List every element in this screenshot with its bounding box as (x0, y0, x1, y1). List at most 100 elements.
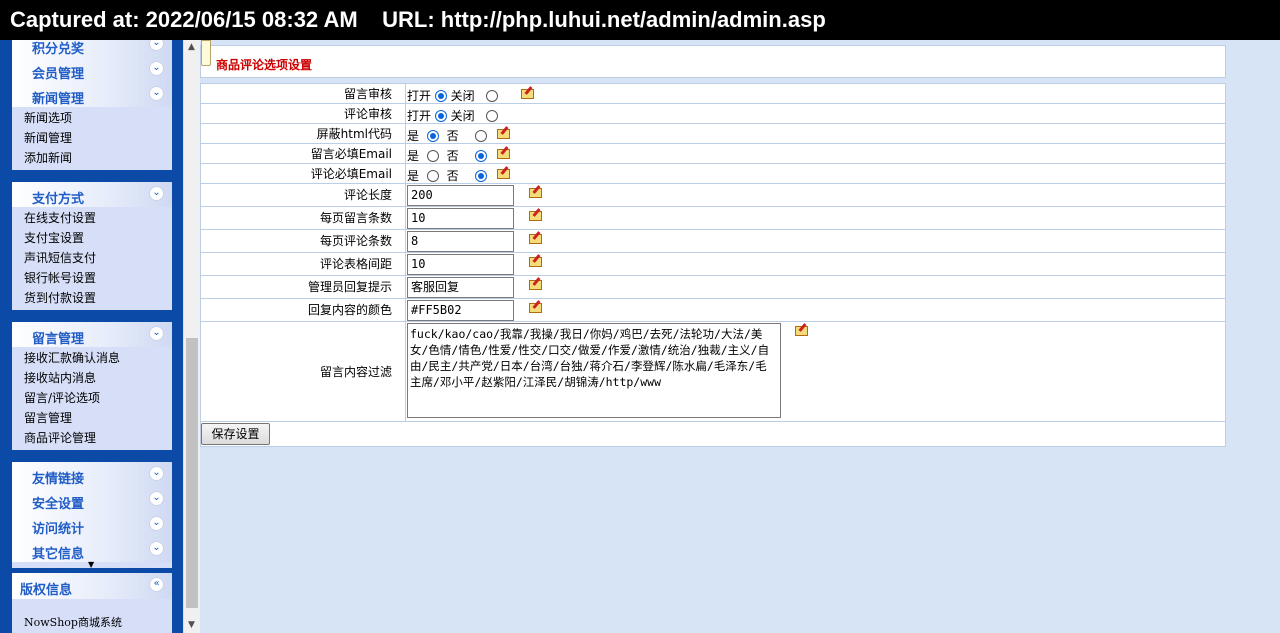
chevron-down-icon[interactable]: ⌄ (149, 491, 164, 506)
sidebar-item-news-add[interactable]: 添加新闻 (12, 148, 172, 168)
sidebar-item-bank-account[interactable]: 银行帐号设置 (12, 268, 172, 288)
nav-head-other-info[interactable]: 其它信息 ⌄ (12, 537, 172, 562)
radio-block-html-no[interactable] (474, 129, 487, 142)
chevron-down-icon[interactable]: ⌄ (149, 516, 164, 531)
row-admin-reply-prompt: 管理员回复提示 客服回复 (201, 276, 1225, 299)
sidebar-item-online-pay[interactable]: 在线支付设置 (12, 208, 172, 228)
label-admin-reply-prompt: 管理员回复提示 (201, 276, 406, 298)
sidebar-item-news-options[interactable]: 新闻选项 (12, 108, 172, 128)
nav-head-news[interactable]: 新闻管理 ⌄ (12, 82, 172, 107)
value-guestbook-review: 打开 关闭 (407, 87, 498, 104)
chevron-down-icon[interactable]: ⌄ (149, 326, 164, 341)
sidebar-item-sms-pay[interactable]: 声讯短信支付 (12, 248, 172, 268)
sidebar-item-alipay[interactable]: 支付宝设置 (12, 228, 172, 248)
content-filter-textarea[interactable]: fuck/kao/cao/我靠/我操/我日/你妈/鸡巴/去死/法轮功/大法/美女… (407, 323, 781, 418)
caret-down-icon: ▼ (88, 560, 95, 569)
value-block-html: 是 否 (407, 127, 487, 144)
nav-group-payment: 支付方式 ⌄ 在线支付设置 支付宝设置 声讯短信支付 银行帐号设置 货到付款设置 (12, 182, 172, 310)
edit-icon[interactable] (497, 126, 511, 139)
chevron-down-icon[interactable]: ⌄ (149, 466, 164, 481)
sidebar-item-site-messages[interactable]: 接收站内消息 (12, 368, 172, 388)
nav-head-payment[interactable]: 支付方式 ⌄ (12, 182, 172, 207)
sidebar-item-product-reviews[interactable]: 商品评论管理 (12, 428, 172, 448)
chevron-down-icon[interactable]: ⌄ (149, 40, 164, 51)
comments-per-page-input[interactable]: 8 (407, 231, 514, 252)
nav-head-messages[interactable]: 留言管理 ⌄ (12, 322, 172, 347)
value-guestbook-email: 是 否 (407, 147, 487, 164)
row-comment-spacing: 评论表格间距 10 (201, 253, 1225, 276)
edit-icon[interactable] (521, 86, 535, 99)
scroll-down-icon[interactable]: ▼ (188, 620, 195, 630)
edit-icon[interactable] (795, 323, 809, 336)
chevron-up-icon[interactable]: « (149, 577, 164, 592)
nav-items-copyright: NowShop商城系统 (12, 599, 172, 633)
chevron-down-icon[interactable]: ⌄ (149, 86, 164, 101)
comment-spacing-input[interactable]: 10 (407, 254, 514, 275)
nav-head-members[interactable]: 会员管理 ⌄ (12, 57, 172, 82)
scroll-up-icon[interactable]: ▲ (188, 42, 195, 52)
vertical-scrollbar[interactable]: ▲ ▼ (183, 40, 200, 633)
nav-head-copyright[interactable]: 版权信息 « (12, 573, 172, 599)
comment-length-input[interactable]: 200 (407, 185, 514, 206)
scrollbar-thumb[interactable] (186, 338, 198, 608)
row-comment-review: 评论审核 打开 关闭 (201, 104, 1225, 124)
nav-group-footer: ▼ (12, 560, 172, 569)
edit-icon[interactable] (497, 146, 511, 159)
chevron-down-icon[interactable]: ⌄ (149, 541, 164, 556)
radio-comment-review-on[interactable] (434, 109, 447, 122)
label-guestbook-review: 留言审核 (201, 84, 406, 103)
nav-group-1: 积分兑奖 ⌄ 会员管理 ⌄ 新闻管理 ⌄ 新闻选项 新闻管理 添加新闻 (12, 40, 172, 170)
guestbook-per-page-input[interactable]: 10 (407, 208, 514, 229)
nav-head-points[interactable]: 积分兑奖 ⌄ (12, 40, 172, 57)
on-label: 打开 (407, 89, 432, 103)
radio-guestbook-email-yes[interactable] (426, 149, 439, 162)
edit-icon[interactable] (529, 208, 543, 221)
nav-head-links[interactable]: 友情链接 ⌄ (12, 462, 172, 487)
row-comments-per-page: 每页评论条数 8 (201, 230, 1225, 253)
edit-icon[interactable] (529, 231, 543, 244)
nav-items-messages: 接收汇款确认消息 接收站内消息 留言/评论选项 留言管理 商品评论管理 (12, 347, 172, 450)
nav-group-other: 友情链接 ⌄ 安全设置 ⌄ 访问统计 ⌄ 其它信息 ⌄ ▼ (12, 462, 172, 569)
radio-guestbook-email-no[interactable] (474, 149, 487, 162)
radio-guestbook-review-off[interactable] (485, 89, 498, 102)
page-title: 商品评论选项设置 (216, 58, 313, 72)
chevron-down-icon[interactable]: ⌄ (149, 186, 164, 201)
radio-comment-email-yes[interactable] (426, 169, 439, 182)
main-content: 商品评论选项设置 留言审核 打开 关闭 评论审核 打开 关闭 屏蔽html代码 (200, 40, 1280, 633)
row-guestbook-email: 留言必填Email 是 否 (201, 144, 1225, 164)
edit-icon[interactable] (529, 277, 543, 290)
sidebar-item-comment-options[interactable]: 留言/评论选项 (12, 388, 172, 408)
nav-head-stats[interactable]: 访问统计 ⌄ (12, 512, 172, 537)
radio-comment-review-off[interactable] (485, 109, 498, 122)
on-label: 打开 (407, 109, 432, 123)
edit-icon[interactable] (529, 185, 543, 198)
edit-icon[interactable] (529, 254, 543, 267)
no-label: 否 (446, 129, 459, 143)
radio-block-html-yes[interactable] (426, 129, 439, 142)
label-comment-length: 评论长度 (201, 184, 406, 206)
value-comment-review: 打开 关闭 (407, 107, 498, 124)
sidebar-item-cod[interactable]: 货到付款设置 (12, 288, 172, 308)
sidebar-item-news-manage[interactable]: 新闻管理 (12, 128, 172, 148)
row-block-html: 屏蔽html代码 是 否 (201, 124, 1225, 144)
edit-icon[interactable] (529, 300, 543, 313)
bookmark-icon (201, 40, 211, 66)
radio-comment-email-no[interactable] (474, 169, 487, 182)
reply-color-input[interactable]: #FF5B02 (407, 300, 514, 321)
admin-reply-prompt-input[interactable]: 客服回复 (407, 277, 514, 298)
row-comment-email: 评论必填Email 是 否 (201, 164, 1225, 184)
sidebar-item-guestbook-manage[interactable]: 留言管理 (12, 408, 172, 428)
value-comment-email: 是 否 (407, 167, 487, 184)
label-block-html: 屏蔽html代码 (201, 124, 406, 143)
save-settings-button[interactable]: 保存设置 (201, 423, 270, 445)
yes-label: 是 (407, 129, 420, 143)
edit-icon[interactable] (497, 166, 511, 179)
capture-header: Captured at: 2022/06/15 08:32 AM URL: ht… (0, 0, 1280, 40)
no-label: 否 (446, 149, 459, 163)
chevron-down-icon[interactable]: ⌄ (149, 61, 164, 76)
radio-guestbook-review-on[interactable] (434, 89, 447, 102)
sidebar-item-remit-confirm[interactable]: 接收汇款确认消息 (12, 348, 172, 368)
label-comment-spacing: 评论表格间距 (201, 253, 406, 275)
nav-items-news: 新闻选项 新闻管理 添加新闻 (12, 107, 172, 170)
nav-head-security[interactable]: 安全设置 ⌄ (12, 487, 172, 512)
